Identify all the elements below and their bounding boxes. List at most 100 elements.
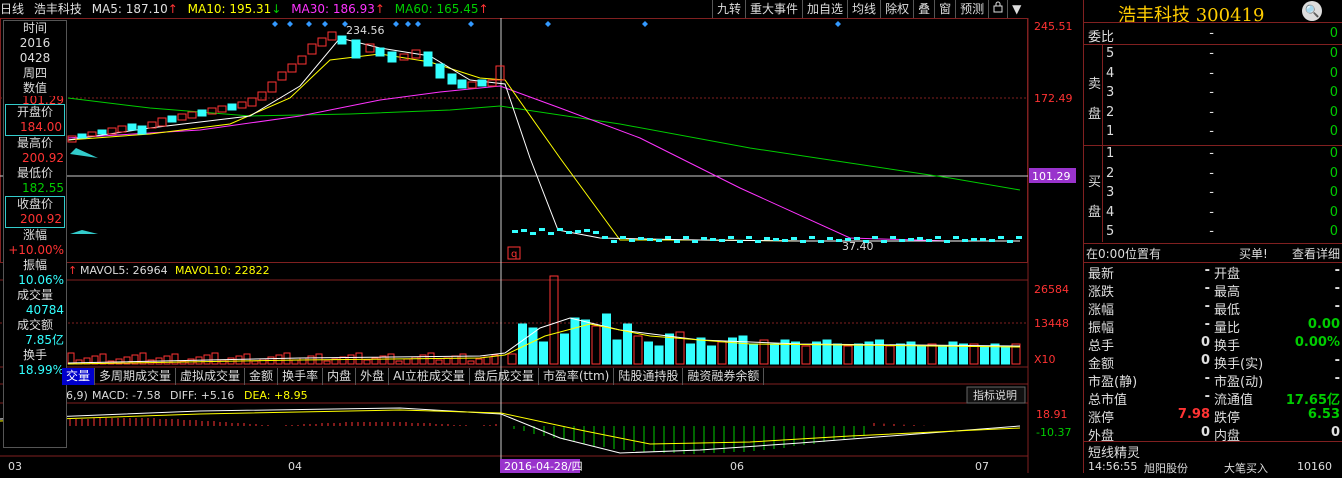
open-price-box: 开盘价 184.00 [5,104,65,136]
q-marker[interactable]: q [511,249,517,260]
sell-volume: 0 [1329,124,1338,139]
candle [247,97,257,107]
candle [317,37,327,47]
tab-multi-period-volume[interactable]: 多周期成交量 [95,368,177,385]
sell-level: 4 [1106,65,1115,81]
sell-row[interactable]: 2 - 0 [1084,105,1342,123]
buy-row[interactable]: 4 - 0 [1084,205,1342,223]
tool-overlay[interactable]: 叠 [913,0,934,18]
indicator-help-button[interactable]: 指标说明 [973,388,1017,402]
quote-value: - [1204,389,1210,404]
ticker-name[interactable]: 旭阳股份 [1144,460,1188,476]
volume-bar [560,333,569,365]
candle [257,91,267,101]
candle [908,238,914,241]
info-date: 0428 [19,51,51,65]
quote-label: 最低 [1214,303,1241,318]
xaxis-03: 03 [8,460,22,473]
buy-volume: 0 [1329,224,1338,239]
tab-hk-connect[interactable]: 陆股通持股 [614,368,684,385]
quote-value: - [1204,281,1210,296]
candle [237,101,247,109]
volume-bar [323,360,331,365]
volume-bar [539,341,548,365]
sell-row[interactable]: 3 - 0 [1084,85,1342,103]
candle [297,55,307,65]
buy-row[interactable]: 1 - 0 [1084,146,1342,164]
info-low: 182.55 [22,181,64,195]
tool-forecast[interactable]: 预测 [955,0,988,18]
tab-margin[interactable]: 融资融券余额 [683,368,765,385]
tab-virtual-volume[interactable]: 虚拟成交量 [176,368,246,385]
tab-after-hours-volume[interactable]: 盘后成交量 [470,368,539,385]
weibi-value: - [1209,26,1214,41]
tab-inner[interactable]: 内盘 [323,368,357,385]
tab-outer[interactable]: 外盘 [356,368,390,385]
volume-bar [435,359,443,365]
candle [935,236,941,239]
candle [647,238,653,241]
candle [117,125,127,133]
quote-value: 0.00 [1307,317,1340,332]
info-open: 184.00 [20,120,62,134]
sell-row[interactable]: 4 - 0 [1084,66,1342,84]
candle [457,79,467,89]
tool-ma[interactable]: 均线 [847,0,880,18]
chevron-down-icon[interactable]: ▼ [1007,0,1025,18]
period-label[interactable]: 日线 [0,2,24,16]
quote-value: 0.00% [1294,335,1340,350]
search-icon[interactable]: 🔍 [1302,1,1322,21]
volume-bar [219,359,227,365]
quote-label: 跌停 [1214,411,1241,426]
xaxis-04: 04 [288,460,302,473]
candle [187,111,197,119]
buy-price: - [1209,185,1214,200]
quote-label: 金额 [1088,357,1115,372]
quote-row: 金额 0 换手(实) - [1084,353,1342,372]
candle [611,240,617,243]
pointer-arrows [70,148,98,234]
tool-window[interactable]: 窗 [934,0,955,18]
volume-bar [443,357,451,365]
sell-volume: 0 [1329,85,1338,100]
info-chg-label: 涨幅 [22,228,47,242]
svg-text:↑: ↑ [68,264,77,277]
buy-volume: 0 [1329,185,1338,200]
quote-row: 市盈(静) - 市盈(动) - [1084,371,1342,390]
tool-jiuzhuan[interactable]: 九转 [712,0,745,18]
buy-row[interactable]: 2 - 0 [1084,166,1342,184]
candle [962,239,968,242]
lock-icon[interactable] [988,0,1007,18]
macd-value: MACD: -7.58 [92,389,161,402]
kline-chart[interactable]: 234.56 37.40 q 245.51 172.49 101.29 2658… [0,18,1083,473]
candle [998,236,1004,239]
buy-row[interactable]: 3 - 0 [1084,185,1342,203]
info-high-label: 最高价 [16,136,53,150]
candle [287,63,297,73]
volume-bar [518,323,527,365]
candle [602,236,608,239]
candle [800,240,806,243]
tab-ai-volume[interactable]: AI立桩成交量 [389,368,470,385]
info-open-label: 开盘价 [16,105,53,119]
candle [521,229,527,232]
quote-label: 量比 [1214,321,1241,336]
sell-row[interactable]: 5 - 0 [1084,46,1342,64]
quote-label: 涨跌 [1088,285,1115,300]
tab-turnover[interactable]: 换手率 [278,368,324,385]
tool-events[interactable]: 重大事件 [745,0,802,18]
sell-row[interactable]: 1 - 0 [1084,124,1342,142]
tab-pe-ttm[interactable]: 市盈率(ttm) [539,368,615,385]
volume-bar [938,345,947,365]
volume-bar [686,343,695,365]
tab-amount[interactable]: 金额 [245,368,279,385]
tab-volume[interactable]: 交量 [62,368,96,385]
tool-exright[interactable]: 除权 [880,0,913,18]
buy-row[interactable]: 5 - 0 [1084,224,1342,242]
quote-value: 7.98 [1177,407,1210,422]
tool-add-watchlist[interactable]: 加自选 [802,0,847,18]
candle [584,229,590,232]
detail-link[interactable]: 查看详细 [1292,245,1340,262]
info-low-label: 最低价 [16,166,53,180]
candle [227,103,237,111]
